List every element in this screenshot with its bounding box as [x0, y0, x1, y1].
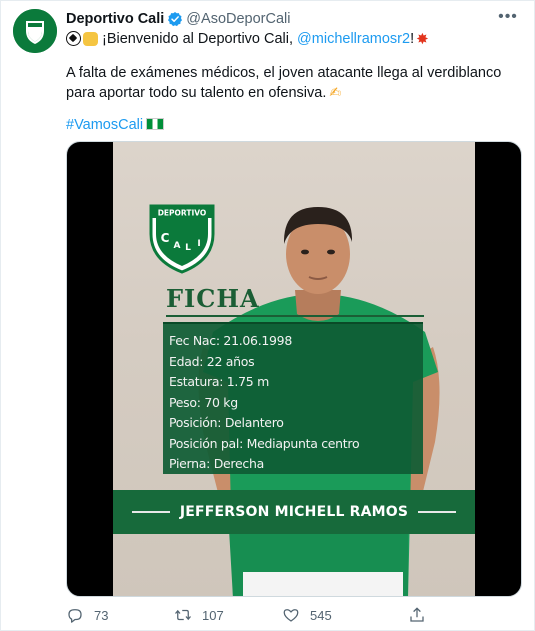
fist-icon [83, 32, 98, 46]
player-name-bar: JEFFERSON MICHELL RAMOS [113, 490, 475, 534]
share-button[interactable] [408, 606, 426, 624]
tweet-header: Deportivo Cali @AsoDeporCali [66, 9, 290, 29]
tweet-hashtag-line: #VamosCali [66, 116, 165, 134]
mention-link[interactable]: @michellramosr2 [297, 31, 410, 47]
badge-letter-i: I [197, 239, 200, 249]
more-options-icon[interactable]: ••• [496, 7, 520, 27]
tweet-body-text: A falta de exámenes médicos, el joven at… [66, 65, 502, 101]
retweet-count: 107 [202, 607, 224, 623]
deportivo-cali-logo-icon [13, 9, 57, 53]
retweet-button[interactable]: 107 [174, 606, 282, 624]
flag-icon [146, 118, 165, 130]
reply-count: 73 [94, 607, 109, 623]
heart-icon [283, 609, 299, 622]
collision-icon: ✸ [416, 31, 429, 48]
author-handle[interactable]: @AsoDeporCali [186, 11, 290, 27]
club-badge-icon: DEPORTIVO C A L I [149, 204, 215, 274]
detail-weight: Peso: 70 kg [169, 394, 238, 410]
name-dash-right [418, 511, 457, 513]
share-icon [410, 607, 424, 622]
author-name[interactable]: Deportivo Cali [66, 11, 164, 27]
detail-foot: Pierna: Derecha [169, 456, 264, 471]
like-button[interactable]: 545 [282, 606, 408, 624]
ficha-underline [166, 315, 424, 317]
author-avatar[interactable] [13, 9, 57, 53]
badge-letter-l: L [185, 243, 191, 253]
writing-hand-icon: ✍ [329, 84, 342, 100]
player-info-panel: Fec Nac: 21.06.1998 Edad: 22 años Estatu… [163, 322, 423, 474]
detail-position: Posición: Delantero [169, 415, 284, 430]
hashtag-link[interactable]: #VamosCali [66, 117, 143, 133]
badge-top-text: DEPORTIVO [158, 209, 207, 218]
tweet-body: A falta de exámenes médicos, el joven at… [66, 64, 516, 103]
retweet-icon [175, 609, 191, 621]
player-name: JEFFERSON MICHELL RAMOS [179, 504, 409, 520]
like-count: 545 [310, 607, 332, 623]
detail-birthdate: Fec Nac: 21.06.1998 [169, 333, 292, 348]
detail-age: Edad: 22 años [169, 353, 255, 369]
tweet-card[interactable]: Deportivo Cali @AsoDeporCali ••• ¡Bienve… [0, 0, 535, 631]
player-poster: DEPORTIVO C A L I FICHA Fec Nac: 21.06.1… [113, 142, 475, 596]
tweet-line-welcome: ¡Bienvenido al Deportivo Cali, @michellr… [66, 30, 429, 49]
ficha-title: FICHA [166, 284, 260, 313]
welcome-end: ! [410, 31, 415, 47]
verified-badge-icon [168, 12, 183, 27]
detail-main-position: Posición pal: Mediapunta centro [169, 435, 360, 451]
tweet-media-image[interactable]: DEPORTIVO C A L I FICHA Fec Nac: 21.06.1… [66, 141, 522, 597]
reply-icon [68, 609, 82, 623]
reply-button[interactable]: 73 [66, 606, 174, 624]
badge-letter-c: C [161, 231, 170, 245]
name-dash-left [131, 511, 170, 513]
welcome-text: ¡Bienvenido al Deportivo Cali, [102, 31, 298, 47]
badge-letter-a: A [174, 241, 181, 251]
soccer-ball-icon [66, 31, 81, 46]
tweet-actions: 73 107 545 [66, 605, 486, 625]
detail-height: Estatura: 1.75 m [169, 374, 269, 389]
